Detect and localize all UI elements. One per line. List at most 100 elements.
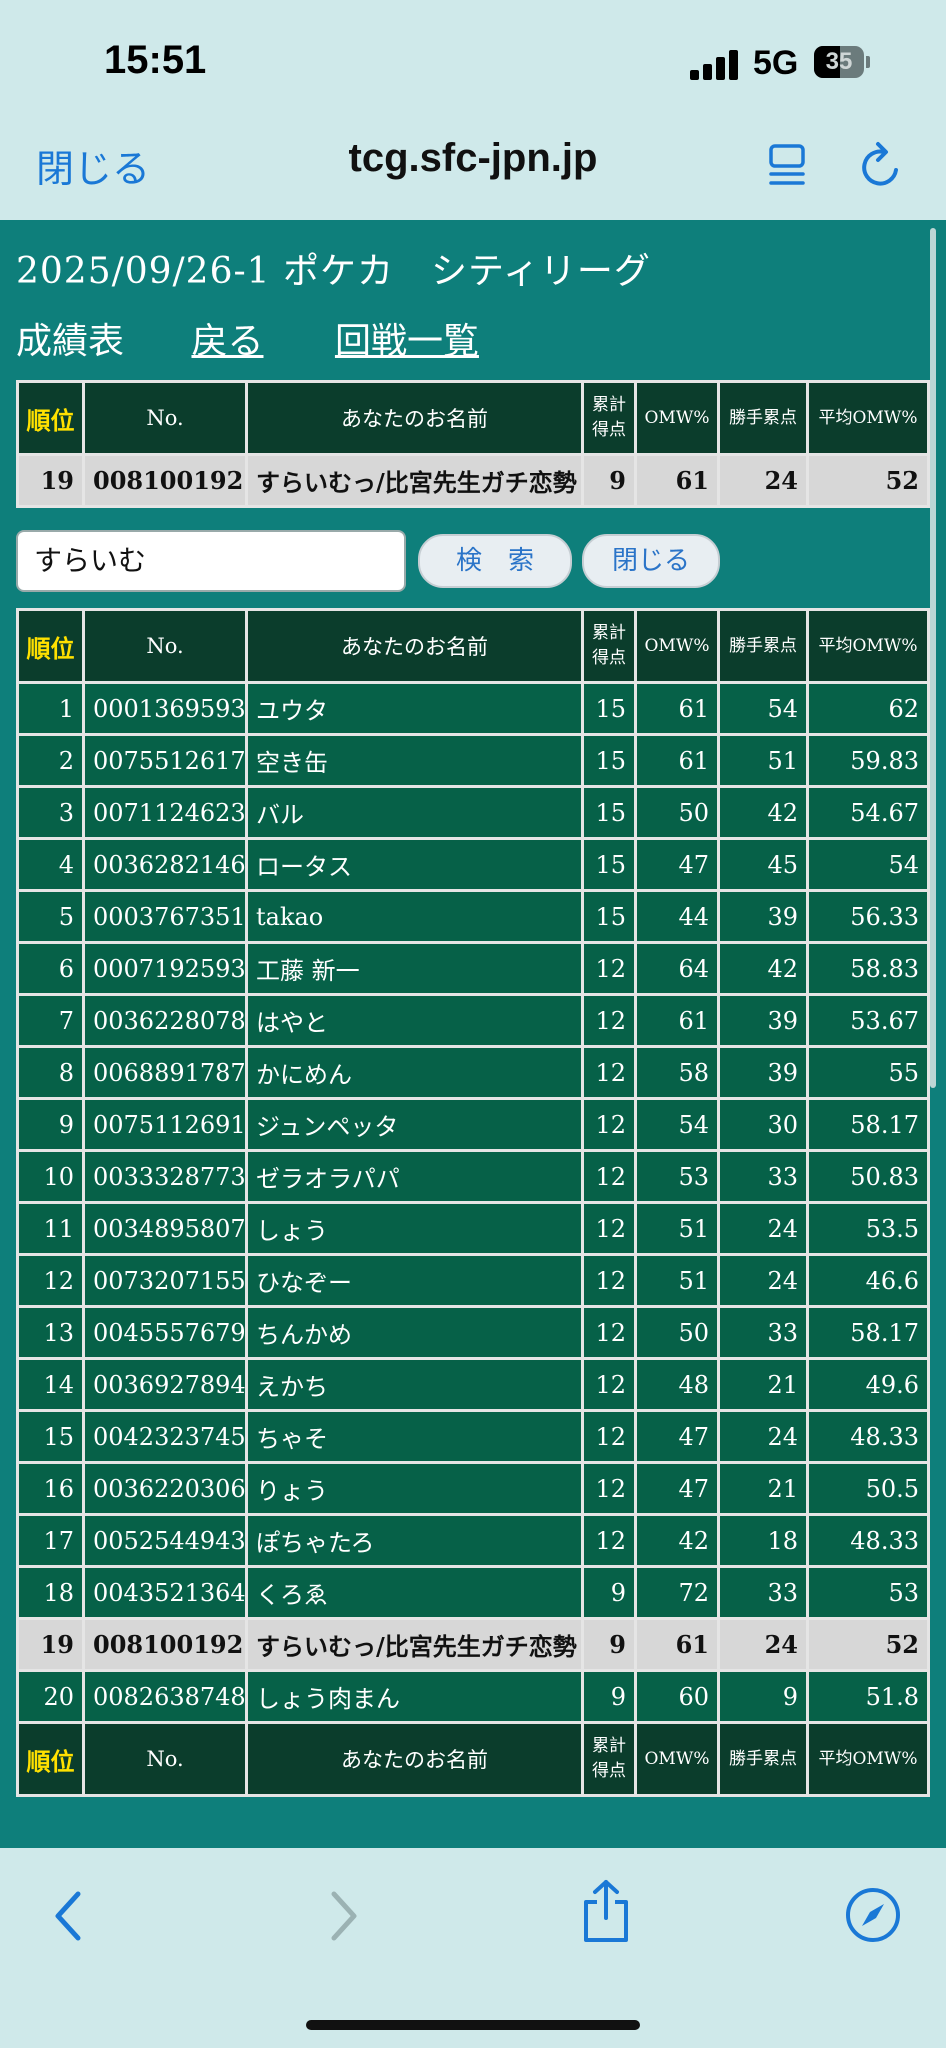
cell-points: 9 bbox=[584, 1672, 634, 1721]
cell-wins: 54 bbox=[720, 684, 806, 733]
cell-wins: 24 bbox=[720, 1620, 806, 1669]
browser-toolbar bbox=[0, 1848, 946, 2048]
cell-name: すらいむっ/比宮先生ガチ恋勢 bbox=[248, 456, 581, 505]
cell-points: 12 bbox=[584, 1308, 634, 1357]
cell-points: 12 bbox=[584, 1152, 634, 1201]
cell-no: 0052544943 bbox=[85, 1516, 245, 1565]
cell-omw: 47 bbox=[637, 1464, 717, 1513]
table-row: 2 0075512617 空き缶 15 61 51 59.83 bbox=[19, 736, 927, 785]
back-arrow-icon[interactable] bbox=[50, 1888, 90, 1944]
header-rank: 順位 bbox=[19, 611, 82, 681]
cell-points: 12 bbox=[584, 1048, 634, 1097]
cell-wins: 33 bbox=[720, 1568, 806, 1617]
footer-header-omw: OMW% bbox=[637, 1724, 717, 1794]
cell-wins: 24 bbox=[720, 1412, 806, 1461]
cell-no: 0036927894 bbox=[85, 1360, 245, 1409]
table-header-row: 順位 No. あなたのお名前 累計 得点 OMW% 勝手累点 平均OMW% bbox=[19, 383, 927, 453]
header-name: あなたのお名前 bbox=[248, 383, 581, 453]
cell-no: 0045557679 bbox=[85, 1308, 245, 1357]
header-points: 累計 得点 bbox=[584, 611, 634, 681]
reload-icon[interactable] bbox=[858, 140, 906, 190]
footer-header-points: 累計 得点 bbox=[584, 1724, 634, 1794]
cell-omw: 53 bbox=[637, 1152, 717, 1201]
cell-avg-omw: 48.33 bbox=[809, 1516, 927, 1565]
cell-points: 12 bbox=[584, 1464, 634, 1513]
browser-nav-bar: 閉じる tcg.sfc-jpn.jp bbox=[0, 120, 946, 220]
cell-name: しょう bbox=[248, 1204, 581, 1253]
table-row: 1 0001369593 ユウタ 15 61 54 62 bbox=[19, 684, 927, 733]
cell-avg-omw: 49.6 bbox=[809, 1360, 927, 1409]
cell-avg-omw: 58.83 bbox=[809, 944, 927, 993]
cell-no: 0071124623 bbox=[85, 788, 245, 837]
table-row: 8 0068891787 かにめん 12 58 39 55 bbox=[19, 1048, 927, 1097]
cell-avg-omw: 52 bbox=[809, 456, 927, 505]
cell-points: 12 bbox=[584, 1360, 634, 1409]
forward-arrow-icon[interactable] bbox=[322, 1888, 362, 1944]
cell-wins: 21 bbox=[720, 1360, 806, 1409]
compass-icon[interactable] bbox=[844, 1886, 902, 1944]
cell-wins: 42 bbox=[720, 944, 806, 993]
cell-avg-omw: 54 bbox=[809, 840, 927, 889]
table-row: 13 0045557679 ちんかめ 12 50 33 58.17 bbox=[19, 1308, 927, 1357]
cell-wins: 45 bbox=[720, 840, 806, 889]
cell-rank: 5 bbox=[19, 892, 82, 941]
footer-header-wins: 勝手累点 bbox=[720, 1724, 806, 1794]
table-header-row: 順位 No. あなたのお名前 累計 得点 OMW% 勝手累点 平均OMW% bbox=[19, 611, 927, 681]
cell-avg-omw: 53.67 bbox=[809, 996, 927, 1045]
cell-no: 0036220306 bbox=[85, 1464, 245, 1513]
close-search-button[interactable]: 閉じる bbox=[582, 534, 720, 588]
cell-omw: 61 bbox=[637, 684, 717, 733]
cell-rank: 11 bbox=[19, 1204, 82, 1253]
cell-name: ひなぞー bbox=[248, 1256, 581, 1305]
header-no: No. bbox=[85, 611, 245, 681]
table-row: 14 0036927894 えかち 12 48 21 49.6 bbox=[19, 1360, 927, 1409]
battery-icon: 35 bbox=[814, 46, 864, 78]
standings-rows: 1 0001369593 ユウタ 15 61 54 62 2 0075512617 空き缶 15 61… bbox=[19, 684, 927, 1721]
cell-wins: 24 bbox=[720, 1204, 806, 1253]
cell-points: 9 bbox=[584, 1620, 634, 1669]
cell-rank: 17 bbox=[19, 1516, 82, 1565]
share-icon[interactable] bbox=[580, 1878, 632, 1944]
cell-name: ロータス bbox=[248, 840, 581, 889]
cell-avg-omw: 50.5 bbox=[809, 1464, 927, 1513]
cell-avg-omw: 62 bbox=[809, 684, 927, 733]
status-bar: 15:51 5G 35 bbox=[0, 0, 946, 120]
cell-no: 0082638748 bbox=[85, 1672, 245, 1721]
cell-points: 9 bbox=[584, 456, 634, 505]
back-link[interactable]: 戻る bbox=[191, 321, 263, 362]
cell-no: 0073207155 bbox=[85, 1256, 245, 1305]
cell-wins: 24 bbox=[720, 1256, 806, 1305]
cell-name: くろゑ bbox=[248, 1568, 581, 1617]
cell-rank: 15 bbox=[19, 1412, 82, 1461]
scrollbar[interactable] bbox=[930, 228, 936, 1088]
rounds-list-link[interactable]: 回戦一覧 bbox=[335, 321, 479, 362]
cell-omw: 64 bbox=[637, 944, 717, 993]
cell-wins: 18 bbox=[720, 1516, 806, 1565]
table-row: 16 0036220306 りょう 12 47 21 50.5 bbox=[19, 1464, 927, 1513]
cell-no: 0042323745 bbox=[85, 1412, 245, 1461]
cell-points: 12 bbox=[584, 944, 634, 993]
reader-list-icon[interactable] bbox=[768, 142, 808, 188]
cell-wins: 42 bbox=[720, 788, 806, 837]
cell-avg-omw: 59.83 bbox=[809, 736, 927, 785]
cell-name: りょう bbox=[248, 1464, 581, 1513]
score-table-label: 成績表 bbox=[16, 321, 125, 362]
cell-avg-omw: 51.8 bbox=[809, 1672, 927, 1721]
cell-points: 12 bbox=[584, 1100, 634, 1149]
search-input[interactable]: すらいむ bbox=[16, 530, 406, 592]
header-name: あなたのお名前 bbox=[248, 611, 581, 681]
cell-rank: 10 bbox=[19, 1152, 82, 1201]
footer-header-avg-omw: 平均OMW% bbox=[809, 1724, 927, 1794]
footer-header-no: No. bbox=[85, 1724, 245, 1794]
cell-no: 0081001921 bbox=[85, 1620, 245, 1669]
cell-no: 0033328773 bbox=[85, 1152, 245, 1201]
search-button[interactable]: 検 索 bbox=[418, 534, 572, 588]
cell-wins: 39 bbox=[720, 1048, 806, 1097]
cell-name: ゼラオラパパ bbox=[248, 1152, 581, 1201]
cell-rank: 12 bbox=[19, 1256, 82, 1305]
cell-points: 15 bbox=[584, 788, 634, 837]
cell-avg-omw: 48.33 bbox=[809, 1412, 927, 1461]
cell-avg-omw: 56.33 bbox=[809, 892, 927, 941]
table-row: 11 0034895807 しょう 12 51 24 53.5 bbox=[19, 1204, 927, 1253]
my-result-row: 19 0081001921 すらいむっ/比宮先生ガチ恋勢 9 61 24 52 bbox=[19, 456, 927, 505]
